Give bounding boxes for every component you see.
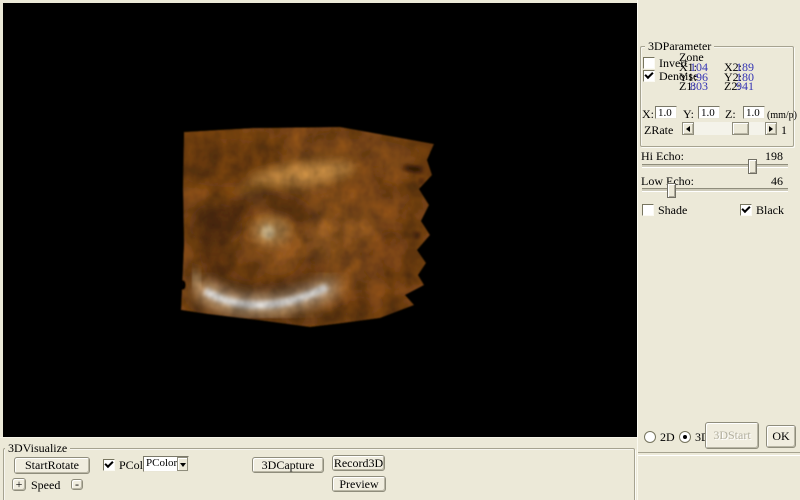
parameter-panel: 3DParameter Invert Denoise Zone X1: 104 … xyxy=(638,0,800,500)
hi-echo-label: Hi Echo: xyxy=(641,151,684,162)
low-echo-slider[interactable] xyxy=(642,188,788,192)
pcolor-checkbox-box xyxy=(103,459,115,471)
mode-3d-radio-dot xyxy=(679,431,691,443)
3dvisualize-group: 3DVisualize xyxy=(3,448,635,500)
speed-minus-button[interactable]: - xyxy=(71,479,83,490)
start-rotate-button[interactable]: StartRotate xyxy=(14,457,90,474)
hi-echo-thumb[interactable] xyxy=(748,159,757,174)
black-checkbox[interactable]: Black xyxy=(740,204,784,216)
pcolor-dropdown-button[interactable] xyxy=(177,457,188,471)
shade-checkbox-label: Shade xyxy=(658,205,687,216)
scale-z-label: Z: xyxy=(725,109,736,120)
low-echo-thumb[interactable] xyxy=(667,183,676,198)
low-echo-value: 46 xyxy=(753,176,783,187)
zone-z1-value: 803 xyxy=(686,81,708,92)
3dstart-button[interactable]: 3DStart xyxy=(705,422,759,449)
mode-2d-radio-dot xyxy=(644,431,656,443)
3dcapture-button[interactable]: 3DCapture xyxy=(252,457,324,473)
scale-x-input[interactable] xyxy=(655,106,677,119)
zrate-value: 1 xyxy=(781,125,787,136)
scale-y-input[interactable] xyxy=(698,106,720,119)
record3d-button[interactable]: Record3D xyxy=(332,455,385,471)
speed-label: Speed xyxy=(31,480,60,491)
shade-checkbox-box xyxy=(642,204,654,216)
hi-echo-slider[interactable] xyxy=(642,164,788,168)
preview-button[interactable]: Preview xyxy=(332,476,386,492)
invert-checkbox-box xyxy=(643,57,655,69)
app-window: 3DParameter Invert Denoise Zone X1: 104 … xyxy=(0,0,800,500)
mode-2d-radio-label: 2D xyxy=(660,432,675,443)
left-arrow-icon xyxy=(683,126,690,132)
chevron-down-icon xyxy=(180,463,186,470)
shade-checkbox[interactable]: Shade xyxy=(642,204,687,216)
speed-plus-button[interactable]: + xyxy=(12,478,26,491)
3dvisualize-group-title: 3DVisualize xyxy=(5,442,70,454)
right-arrow-icon xyxy=(769,126,776,132)
pcolor-dropdown[interactable]: PColor xyxy=(143,456,189,472)
ultrasound-viewport[interactable] xyxy=(3,3,637,437)
scale-y-label: Y: xyxy=(683,109,694,120)
pcolor-dropdown-value: PColor xyxy=(144,457,177,471)
scale-x-label: X: xyxy=(642,109,654,120)
hi-echo-value: 198 xyxy=(753,151,783,162)
mode-2d-radio[interactable]: 2D xyxy=(644,431,675,443)
visualize-panel: 3DVisualize StartRotate + Speed - PColor… xyxy=(3,437,637,500)
scale-z-input[interactable] xyxy=(743,106,765,119)
zrate-scroll-right-button[interactable] xyxy=(765,122,777,135)
ok-button[interactable]: OK xyxy=(766,425,796,448)
denoise-checkbox-box xyxy=(643,70,655,82)
ultrasound-render-3d xyxy=(3,3,637,437)
zrate-scroll-left-button[interactable] xyxy=(682,122,694,135)
black-checkbox-box xyxy=(740,204,752,216)
zrate-label: ZRate xyxy=(644,125,673,136)
zrate-scrollbar[interactable] xyxy=(682,122,777,135)
right-panel-divider xyxy=(638,452,800,456)
black-checkbox-label: Black xyxy=(756,205,784,216)
scale-unit-label: (mm/p) xyxy=(767,110,797,121)
zrate-scroll-thumb[interactable] xyxy=(732,122,749,135)
zone-z2-value: 941 xyxy=(732,81,754,92)
